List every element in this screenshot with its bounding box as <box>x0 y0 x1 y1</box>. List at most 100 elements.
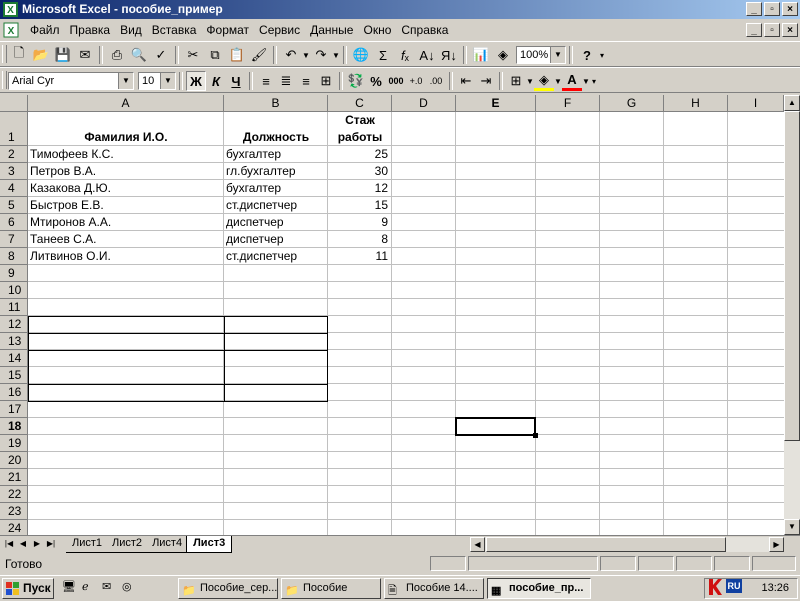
fill-color-icon[interactable]: ◈ <box>534 71 554 91</box>
column-header-f[interactable]: F <box>536 95 600 112</box>
row-header-13[interactable]: 13 <box>0 333 28 350</box>
increase-indent-icon[interactable]: ⇥ <box>476 71 496 91</box>
column-header-e[interactable]: E <box>456 95 536 112</box>
column-header-c[interactable]: C <box>328 95 392 112</box>
align-right-icon[interactable]: ≡ <box>296 71 316 91</box>
column-header-h[interactable]: H <box>664 95 728 112</box>
cell-experience[interactable]: 8 <box>328 231 388 248</box>
spelling-icon[interactable]: ✓ <box>150 44 172 66</box>
fill-color-dropdown-icon[interactable]: ▼ <box>554 77 562 86</box>
row-header-11[interactable]: 11 <box>0 299 28 316</box>
undo-dropdown-icon[interactable]: ▼ <box>302 51 310 60</box>
copy-icon[interactable]: ⧉ <box>204 44 226 66</box>
new-icon[interactable]: 🗋 <box>8 44 30 66</box>
worksheet-grid[interactable]: A B C D E F G H I 1 2 3 4 5 6 7 8 9 10 11 12 13 14 15 1… <box>0 95 800 535</box>
cell-name[interactable]: Тимофеев К.С. <box>30 146 222 163</box>
cell-experience[interactable]: 9 <box>328 214 388 231</box>
horizontal-scroll-thumb[interactable] <box>486 537 726 552</box>
align-left-icon[interactable]: ≡ <box>256 71 276 91</box>
cell-name[interactable]: Быстров Е.В. <box>30 197 222 214</box>
scroll-right-icon[interactable]: ▶ <box>769 537 784 552</box>
sheet-tab-4[interactable]: Лист4 <box>146 536 189 553</box>
bordered-cell-a14-15[interactable] <box>28 350 225 385</box>
doc-restore-button[interactable]: ▫ <box>764 23 780 37</box>
sort-descending-icon[interactable]: Я↓ <box>438 44 460 66</box>
bordered-cell-b14-15[interactable] <box>224 350 328 385</box>
taskbar-item-folder-2[interactable]: 📁 Пособие <box>281 578 381 599</box>
doc-minimize-button[interactable]: _ <box>746 23 762 37</box>
paste-icon[interactable]: 📋 <box>226 44 248 66</box>
selected-cell-e18[interactable] <box>455 417 538 438</box>
row-header-22[interactable]: 22 <box>0 486 28 503</box>
cell-name[interactable]: Петров В.А. <box>30 163 222 180</box>
header-cell-experience-line2[interactable]: работы <box>328 129 392 146</box>
row-header-8[interactable]: 8 <box>0 248 28 265</box>
menu-window[interactable]: Окно <box>359 23 397 37</box>
header-cell-experience-line1[interactable]: Стаж <box>328 112 392 129</box>
bordered-cell-b16[interactable] <box>224 384 328 402</box>
currency-icon[interactable]: 💱 <box>346 71 366 91</box>
font-size-dropdown-icon[interactable]: ▼ <box>160 73 175 89</box>
cell-position[interactable]: ст.диспетчер <box>226 197 326 214</box>
internet-explorer-icon[interactable]: ℯ <box>82 580 98 596</box>
column-header-g[interactable]: G <box>600 95 664 112</box>
cell-position[interactable]: ст.диспетчер <box>226 248 326 265</box>
menu-insert[interactable]: Вставка <box>148 23 203 37</box>
print-icon[interactable]: ⎙ <box>106 44 128 66</box>
row-header-23[interactable]: 23 <box>0 503 28 520</box>
decrease-decimal-icon[interactable]: .00 <box>426 71 446 91</box>
maximize-button[interactable]: ▫ <box>764 2 780 16</box>
row-header-18[interactable]: 18 <box>0 418 28 435</box>
cell-name[interactable]: Мтиронов А.А. <box>30 214 222 231</box>
scroll-up-icon[interactable]: ▲ <box>784 95 800 111</box>
header-cell-name[interactable]: Фамилия И.О. <box>28 129 224 146</box>
row-header-20[interactable]: 20 <box>0 452 28 469</box>
cell-position[interactable]: бухгалтер <box>226 146 326 163</box>
minimize-button[interactable]: _ <box>746 2 762 16</box>
sheet-tab-3[interactable]: Лист3 <box>186 536 233 553</box>
bordered-cell-a13[interactable] <box>28 333 225 351</box>
mail-icon[interactable]: ✉ <box>74 44 96 66</box>
toolbar-grip[interactable] <box>2 45 7 63</box>
next-sheet-icon[interactable]: ▶ <box>30 537 44 551</box>
toolbar-options-icon[interactable]: ▾ <box>598 51 606 60</box>
row-header-10[interactable]: 10 <box>0 282 28 299</box>
bordered-cell-b12[interactable] <box>224 316 328 334</box>
menu-format[interactable]: Формат <box>202 23 255 37</box>
borders-dropdown-icon[interactable]: ▼ <box>526 77 534 86</box>
row-header-17[interactable]: 17 <box>0 401 28 418</box>
print-preview-icon[interactable]: 🔍 <box>128 44 150 66</box>
row-header-16[interactable]: 16 <box>0 384 28 401</box>
vertical-scrollbar[interactable]: ▲ ▼ <box>784 95 800 535</box>
channel-icon[interactable]: ◎ <box>122 580 138 596</box>
cell-experience[interactable]: 15 <box>328 197 388 214</box>
doc-close-button[interactable]: × <box>782 23 798 37</box>
kaspersky-icon[interactable] <box>707 578 723 596</box>
header-cell-position[interactable]: Должность <box>224 129 328 146</box>
menu-tools[interactable]: Сервис <box>255 23 306 37</box>
borders-icon[interactable]: ⊞ <box>506 71 526 91</box>
autosum-icon[interactable]: Σ <box>372 44 394 66</box>
font-color-dropdown-icon[interactable]: ▼ <box>582 77 590 86</box>
cell-experience[interactable]: 11 <box>328 248 388 265</box>
row-header-15[interactable]: 15 <box>0 367 28 384</box>
close-button[interactable]: × <box>782 2 798 16</box>
taskbar-item-excel[interactable]: ▦ пособие_пр... <box>487 578 591 599</box>
thousands-button[interactable]: 000 <box>386 71 406 91</box>
save-icon[interactable]: 💾 <box>52 44 74 66</box>
row-header-5[interactable]: 5 <box>0 197 28 214</box>
row-header-1[interactable]: 1 <box>0 112 28 146</box>
menu-file[interactable]: Файл <box>26 23 66 37</box>
column-header-i[interactable]: I <box>728 95 784 112</box>
cut-icon[interactable]: ✂ <box>182 44 204 66</box>
font-select[interactable]: Arial Cyr ▼ <box>8 72 134 90</box>
prev-sheet-icon[interactable]: ◀ <box>16 537 30 551</box>
row-header-2[interactable]: 2 <box>0 146 28 163</box>
cell-position[interactable]: диспетчер <box>226 231 326 248</box>
taskbar-item-folder-1[interactable]: 📁 Пособие_сер... <box>178 578 278 599</box>
cell-experience[interactable]: 12 <box>328 180 388 197</box>
font-dropdown-icon[interactable]: ▼ <box>118 73 133 89</box>
select-all-corner[interactable] <box>0 95 28 112</box>
percent-button[interactable]: % <box>366 71 386 91</box>
redo-icon[interactable]: ↷ <box>310 44 332 66</box>
